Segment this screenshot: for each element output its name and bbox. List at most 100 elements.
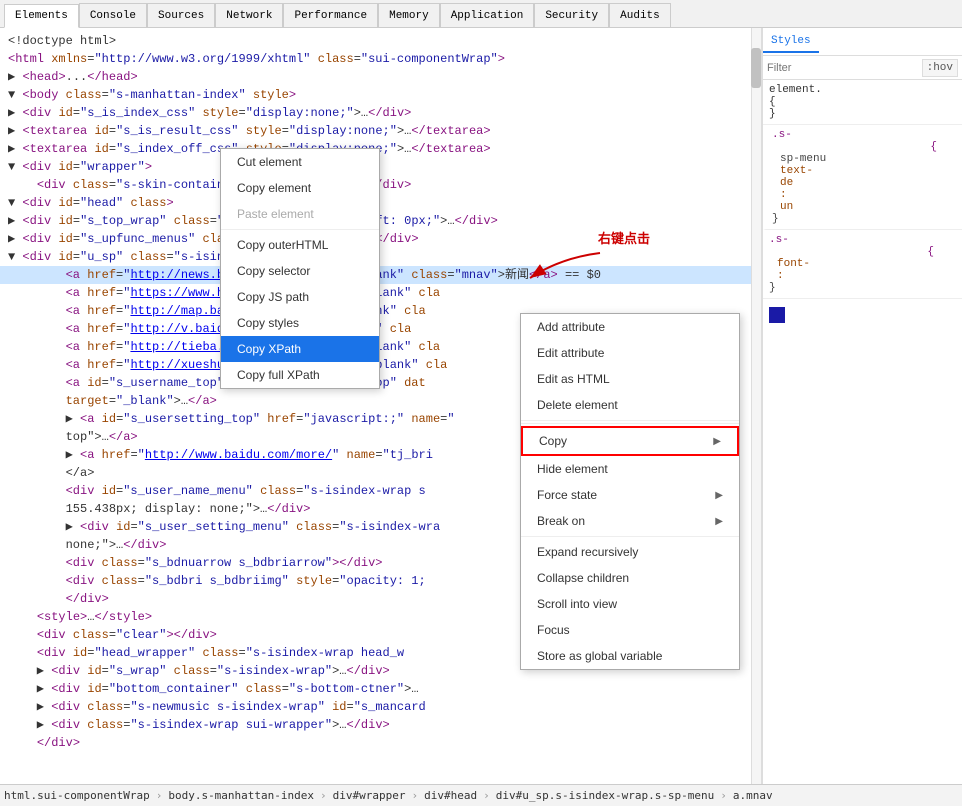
status-sep1: › <box>156 789 163 802</box>
menu-item-label: Edit attribute <box>537 346 604 360</box>
dom-line-10[interactable]: ▼ <div id="head" class> <box>0 194 761 212</box>
rule1-prop4: un <box>772 201 956 213</box>
dom-line-8[interactable]: ▼ <div id="wrapper"> <box>0 158 761 176</box>
tab-application[interactable]: Application <box>440 3 535 27</box>
dom-line-12[interactable]: ▶ <div id="s_upfunc_menus" class="s-upfu… <box>0 230 761 248</box>
dom-line-40[interactable]: </div> <box>0 734 761 752</box>
menu-item-scroll-into-view[interactable]: Scroll into view <box>521 591 739 617</box>
status-sep2: › <box>320 789 327 802</box>
menu-item-store-as-global-variable[interactable]: Store as global variable <box>521 643 739 669</box>
menu-item-edit-as-html[interactable]: Edit as HTML <box>521 366 739 392</box>
menu-item-label: Expand recursively <box>537 545 638 559</box>
separator-after-delete <box>521 420 739 421</box>
status-amnav[interactable]: a.mnav <box>733 789 773 802</box>
tab-console[interactable]: Console <box>79 3 147 27</box>
styles-filter-input[interactable] <box>767 62 922 74</box>
menu-item-label: Collapse children <box>537 571 629 585</box>
tab-audits[interactable]: Audits <box>609 3 671 27</box>
menu-item-label: Scroll into view <box>537 597 617 611</box>
tab-performance[interactable]: Performance <box>283 3 378 27</box>
tab-sources[interactable]: Sources <box>147 3 215 27</box>
styles-element-rule: element. { } <box>763 80 962 125</box>
status-usp[interactable]: div#u_sp.s-isindex-wrap.s-sp-menu <box>496 789 715 802</box>
dom-line-5[interactable]: ▶ <div id="s_is_index_css" style="displa… <box>0 104 761 122</box>
rule2-brace-close: } <box>769 282 956 294</box>
tab-memory[interactable]: Memory <box>378 3 440 27</box>
menu-item-edit-attribute[interactable]: Edit attribute <box>521 340 739 366</box>
menu-item-break-on[interactable]: Break on ▶ <box>521 508 739 534</box>
rule1-prop1: text- <box>772 165 956 177</box>
menu-item-label: Copy <box>539 434 567 448</box>
tab-network[interactable]: Network <box>215 3 283 27</box>
separator-after-break <box>521 536 739 537</box>
separator-4 <box>521 423 739 424</box>
dom-line-4[interactable]: ▼ <body class="s-manhattan-index" style> <box>0 86 761 104</box>
status-bar: html.sui-componentWrap › body.s-manhatta… <box>0 784 962 806</box>
menu-item-copy[interactable]: Copy ▶ <box>521 426 739 456</box>
element-brace-close: } <box>769 108 956 120</box>
menu-item-label: Focus <box>537 623 570 637</box>
dom-line-6[interactable]: ▶ <textarea id="s_is_result_css" style="… <box>0 122 761 140</box>
tab-elements[interactable]: Elements <box>4 4 79 28</box>
rule2-selector: .s- { <box>769 234 956 258</box>
menu-item-label: Break on <box>537 514 585 528</box>
menu-item-label: Force state <box>537 488 597 502</box>
status-sep5: › <box>720 789 727 802</box>
status-body[interactable]: body.s-manhattan-index <box>168 789 314 802</box>
menu-item-force-state[interactable]: Force state ▶ <box>521 482 739 508</box>
dom-line-13[interactable]: ▼ <div id="u_sp" class="s-isindex-wrap s… <box>0 248 761 266</box>
element-brace-open: { <box>769 96 956 108</box>
dom-line-3[interactable]: ▶ <head>...</head> <box>0 68 761 86</box>
rule2-prop1: font- <box>769 258 956 270</box>
menu-item-add-attribute[interactable]: Add attribute <box>521 314 739 340</box>
tab-bar: Elements Console Sources Network Perform… <box>0 0 962 28</box>
tab-styles[interactable]: Styles <box>763 31 819 53</box>
status-sep4: › <box>483 789 490 802</box>
styles-panel: Styles :hov element. { } .s- { sp-menu t… <box>762 28 962 784</box>
menu-item-delete-element[interactable]: Delete element <box>521 392 739 418</box>
dom-line-39[interactable]: ▶ <div class="s-isindex-wrap sui-wrapper… <box>0 716 761 734</box>
dom-line-38[interactable]: ▶ <div class="s-newmusic s-isindex-wrap"… <box>0 698 761 716</box>
status-head[interactable]: div#head <box>424 789 477 802</box>
rule1-sp-menu: sp-menu <box>772 153 956 165</box>
dom-line-1[interactable]: <!doctype html> <box>0 32 761 50</box>
styles-rule-2: .s- { font- : } <box>763 230 962 299</box>
context-menu[interactable]: Add attribute Edit attribute Edit as HTML D… <box>520 313 740 670</box>
menu-item-label: Delete element <box>537 398 618 412</box>
status-html[interactable]: html.sui-componentWrap <box>4 789 150 802</box>
dom-line-14[interactable]: <a href="http://news.baidu.com" target="… <box>0 266 761 284</box>
dom-line-11[interactable]: ▶ <div id="s_top_wrap" class="s-top-wrap… <box>0 212 761 230</box>
dom-panel: <!doctype html><html xmlns="http://www.w… <box>0 28 762 784</box>
submenu-arrow-icon: ▶ <box>715 516 723 527</box>
status-wrapper[interactable]: div#wrapper <box>333 789 406 802</box>
menu-item-hide-element[interactable]: Hide element <box>521 456 739 482</box>
rule1-brace-close: } <box>772 213 956 225</box>
styles-filter: :hov <box>763 56 962 80</box>
rule1-prop3: : <box>772 189 956 201</box>
dom-line-7[interactable]: ▶ <textarea id="s_index_off_css" style="… <box>0 140 761 158</box>
menu-item-label: Add attribute <box>537 320 605 334</box>
tab-security[interactable]: Security <box>534 3 609 27</box>
dom-line-37[interactable]: ▶ <div id="bottom_container" class="s-bo… <box>0 680 761 698</box>
dom-line-2[interactable]: <html xmlns="http://www.w3.org/1999/xhtm… <box>0 50 761 68</box>
submenu-arrow-icon: ▶ <box>713 436 721 447</box>
rule1-selector: .s- { <box>772 129 956 153</box>
hov-button[interactable]: :hov <box>922 59 958 77</box>
scrollbar-track[interactable] <box>751 28 761 784</box>
submenu-arrow-icon: ▶ <box>715 490 723 501</box>
dom-line-9[interactable]: <div class="s-skin-container s-isindex-w… <box>0 176 761 194</box>
menu-item-focus[interactable]: Focus <box>521 617 739 643</box>
element-selector: element. <box>769 84 956 96</box>
main-area: <!doctype html><html xmlns="http://www.w… <box>0 28 962 784</box>
styles-header: Styles <box>763 28 962 56</box>
styles-rule-1: .s- { sp-menu text- de : un } <box>763 125 962 230</box>
menu-item-label: Store as global variable <box>537 649 662 663</box>
menu-item-collapse-children[interactable]: Collapse children <box>521 565 739 591</box>
color-swatch <box>769 307 785 323</box>
scrollbar-thumb[interactable] <box>751 48 761 88</box>
menu-item-expand-recursively[interactable]: Expand recursively <box>521 539 739 565</box>
dom-line-15[interactable]: <a href="https://www.hao123.com" target=… <box>0 284 761 302</box>
menu-item-label: Hide element <box>537 462 608 476</box>
status-sep3: › <box>412 789 419 802</box>
rule2-prop2: : <box>769 270 956 282</box>
